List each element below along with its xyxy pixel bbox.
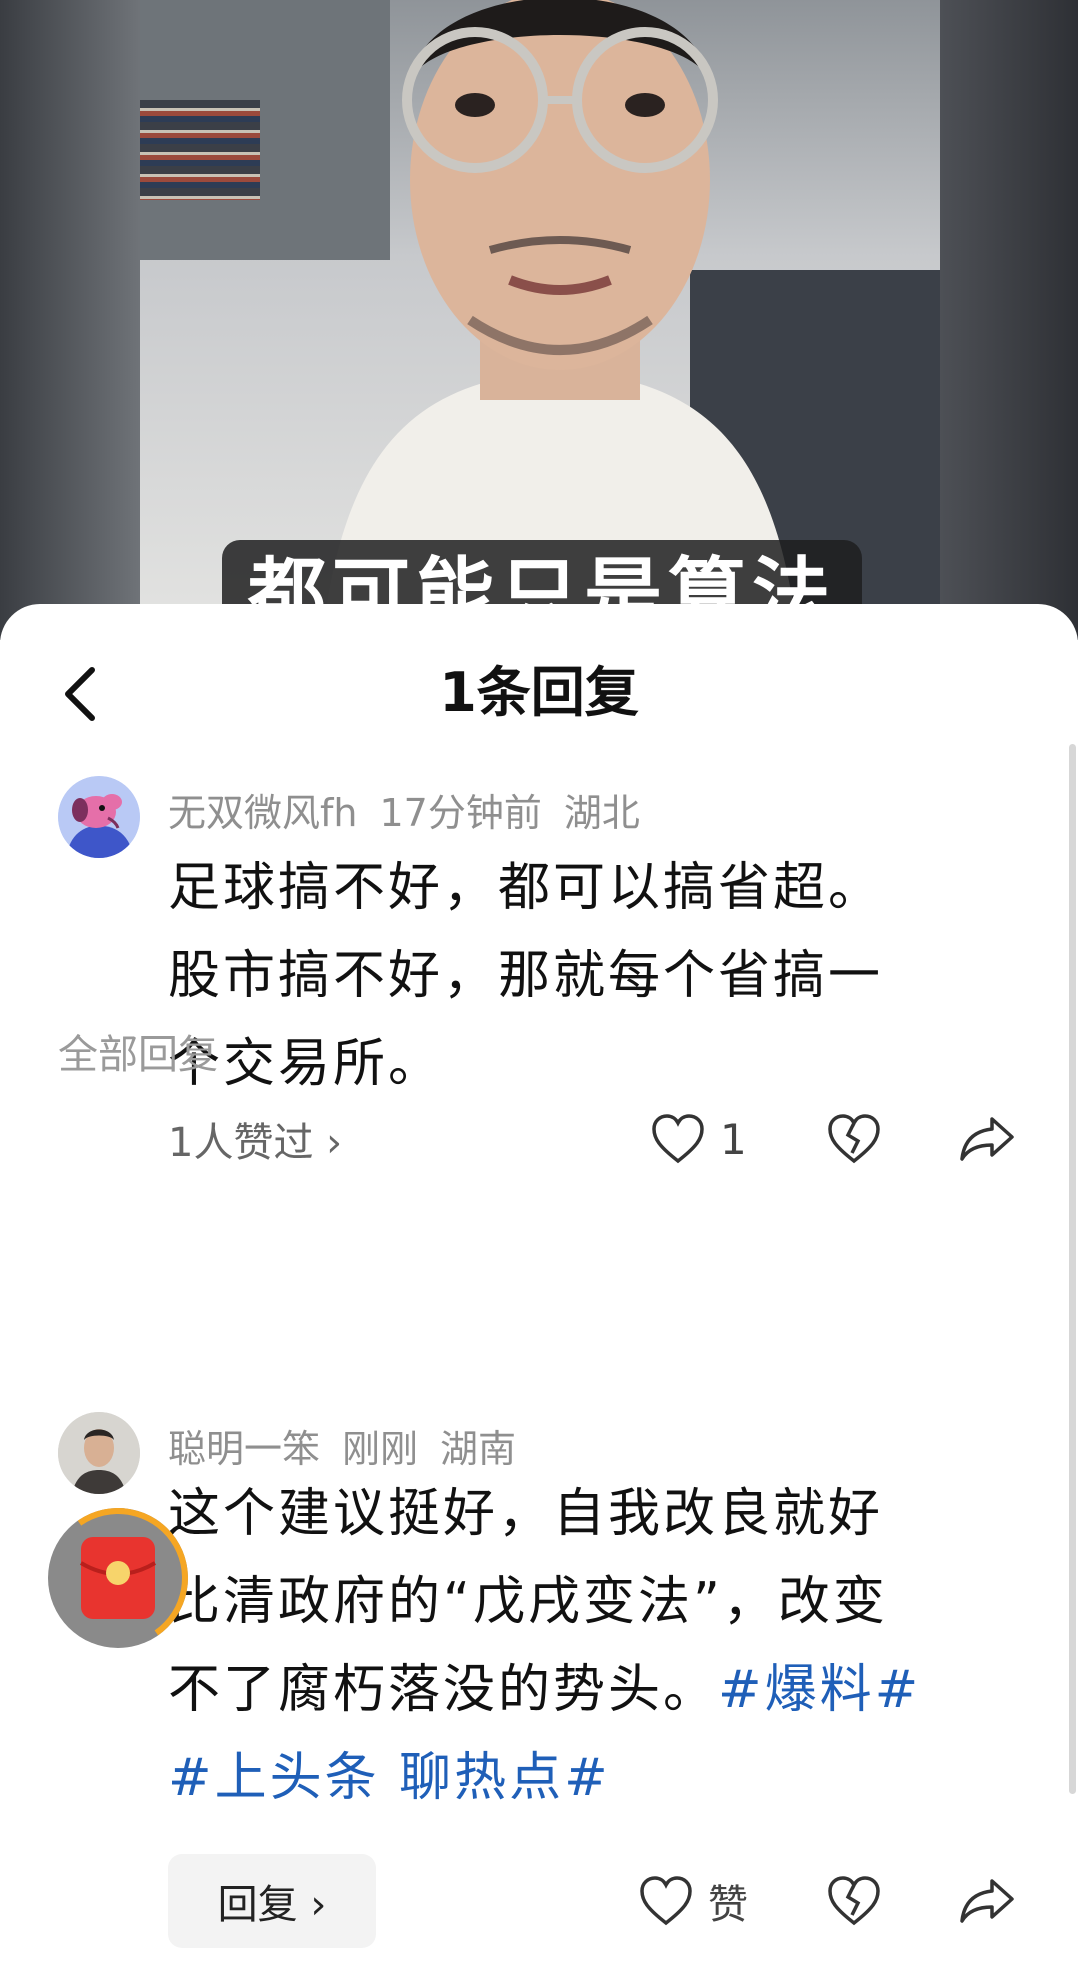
portrait-avatar-icon bbox=[58, 1412, 140, 1494]
sheet-header: 1条回复 bbox=[0, 604, 1078, 764]
reply-sheet: 1条回复 无双微风fh 17分钟前 湖北 足球搞不好，都可以搞省超。 股市搞不好，那… bbox=[0, 604, 1078, 1979]
reply-line: #上头条 聊热点# bbox=[168, 1734, 921, 1822]
share-icon bbox=[960, 1879, 1014, 1923]
reply-text: 这个建议挺好，自我改良就好 比清政府的“戊戌变法”，改变 不了腐朽落没的势头。#… bbox=[168, 1470, 921, 1822]
comment-avatar[interactable] bbox=[58, 776, 140, 858]
page-title: 1条回复 bbox=[439, 661, 639, 724]
reply-like-label: 赞 bbox=[708, 1882, 748, 1928]
reply-time: 刚刚 bbox=[342, 1427, 419, 1471]
comment-line: 股市搞不好，那就每个省搞一 bbox=[168, 946, 884, 1006]
comment-dislike-button[interactable] bbox=[826, 1104, 882, 1174]
reply-location: 湖南 bbox=[440, 1427, 517, 1471]
reply-button[interactable]: 回复 › bbox=[168, 1854, 376, 1948]
reply-line: 不了腐朽落没的势头。#爆料# bbox=[168, 1646, 921, 1734]
video-background[interactable]: 都可能只是算法里 bbox=[0, 0, 1078, 640]
comment-time: 17分钟前 bbox=[379, 791, 542, 835]
comment-text: 足球搞不好，都可以搞省超。 股市搞不好，那就每个省搞一 个交易所。 bbox=[168, 844, 883, 1108]
section-label: 全部回复 bbox=[58, 1032, 218, 1078]
likes-summary: 1人赞过 › bbox=[168, 1120, 343, 1166]
broken-heart-icon bbox=[828, 1876, 880, 1926]
comment-meta: 无双微风fh 17分钟前 湖北 bbox=[168, 788, 662, 838]
reply-line-text: 不了腐朽落没的势头。 bbox=[168, 1660, 719, 1720]
reply-username[interactable]: 聪明一笨 bbox=[168, 1427, 320, 1471]
video-books bbox=[140, 100, 260, 200]
red-packet-button[interactable] bbox=[36, 1496, 200, 1660]
reply-dislike-button[interactable] bbox=[826, 1866, 882, 1936]
share-icon bbox=[960, 1117, 1014, 1161]
comment-share-button[interactable] bbox=[958, 1104, 1016, 1174]
reply-meta: 聪明一笨 刚刚 湖南 bbox=[168, 1424, 538, 1474]
reply-avatar[interactable] bbox=[58, 1412, 140, 1494]
reply-line: 比清政府的“戊戌变法”，改变 bbox=[168, 1572, 888, 1632]
reply-share-button[interactable] bbox=[958, 1866, 1016, 1936]
scrollbar[interactable] bbox=[1069, 744, 1076, 1794]
hashtag-link[interactable]: #上头条 聊热点# bbox=[168, 1748, 611, 1808]
likes-summary-link[interactable]: 1人赞过 › bbox=[168, 1104, 342, 1174]
heart-icon bbox=[640, 1876, 692, 1926]
dog-avatar-icon bbox=[58, 776, 140, 858]
like-count: 1 bbox=[720, 1114, 747, 1164]
reply-line: 这个建议挺好，自我改良就好 bbox=[168, 1484, 884, 1544]
comment-line: 个交易所。 bbox=[168, 1034, 444, 1094]
comment-like-button[interactable]: 1 bbox=[650, 1104, 747, 1174]
comment-line: 足球搞不好，都可以搞省超。 bbox=[168, 858, 884, 918]
heart-icon bbox=[652, 1114, 704, 1164]
comment-location: 湖北 bbox=[563, 791, 640, 835]
reply-like-button[interactable]: 赞 bbox=[638, 1866, 748, 1936]
broken-heart-icon bbox=[828, 1114, 880, 1164]
hashtag-link[interactable]: #爆料# bbox=[718, 1660, 921, 1720]
comment-username[interactable]: 无双微风fh bbox=[168, 791, 357, 835]
